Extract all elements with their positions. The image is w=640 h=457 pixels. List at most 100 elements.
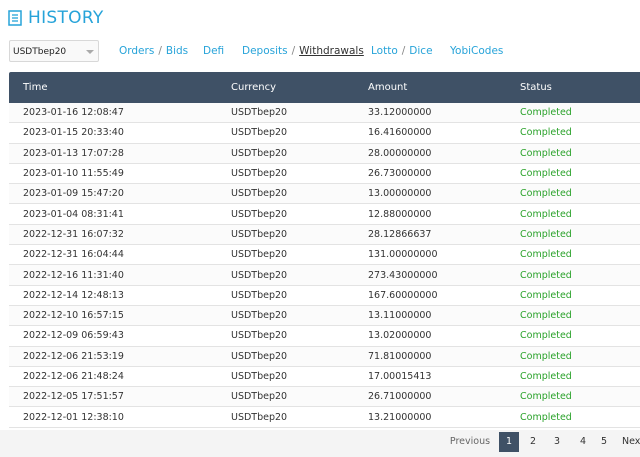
currency-cell: USDTbep20 [231,127,288,139]
amount-cell: 131.00000000 [368,249,438,261]
chevron-down-icon [86,50,94,54]
table-header: Time Currency Amount Status [9,72,640,103]
amount-cell: 71.81000000 [368,350,432,362]
amount-cell: 26.73000000 [368,168,432,180]
status-badge: Completed [520,330,572,342]
nav-deposits-withdrawals: Deposits / Withdrawals [242,40,364,62]
time-cell: 2023-01-09 15:47:20 [23,188,124,200]
nav-separator: / [158,45,162,57]
status-badge: Completed [520,188,572,200]
nav-withdrawals[interactable]: Withdrawals [299,45,364,57]
nav-orders-bids: Orders / Bids [119,40,188,62]
pagination-previous[interactable]: Previous [445,432,495,452]
time-cell: 2022-12-06 21:53:19 [23,350,124,362]
pagination-page-3[interactable]: 3 [548,432,566,452]
time-cell: 2022-12-05 17:51:57 [23,391,124,403]
table-row: 2022-12-31 16:07:32 USDTbep20 28.12866637 C… [9,224,640,246]
nav-lotto[interactable]: Lotto [371,45,398,57]
table-row: 2022-12-31 16:04:44 USDTbep20 131.00000000… [9,245,640,266]
document-icon [8,10,22,26]
currency-select[interactable]: USDTbep20 [9,40,99,62]
status-badge: Completed [520,228,572,240]
amount-cell: 12.88000000 [368,208,432,220]
currency-cell: USDTbep20 [231,289,288,301]
nav-yobicodes[interactable]: YobiCodes [450,40,503,62]
currency-cell: USDTbep20 [231,147,288,159]
amount-cell: 28.12866637 [368,228,432,240]
status-badge: Completed [520,310,572,322]
amount-cell: 13.11000000 [368,310,432,322]
pagination: Previous 1 2 3 4 5 Next [0,432,640,454]
time-cell: 2022-12-06 21:48:24 [23,371,124,382]
page-title: HISTORY [28,8,104,28]
status-badge: Completed [520,168,572,180]
amount-cell: 26.71000000 [368,391,432,403]
amount-cell: 13.21000000 [368,411,432,423]
table-body: 2023-01-16 12:08:47 USDTbep20 33.12000000 C… [9,103,640,428]
currency-cell: USDTbep20 [231,188,288,200]
pagination-page-1[interactable]: 1 [499,432,519,452]
time-cell: 2023-01-16 12:08:47 [23,107,124,119]
currency-cell: USDTbep20 [231,249,288,261]
status-badge: Completed [520,127,572,139]
currency-cell: USDTbep20 [231,208,288,220]
currency-cell: USDTbep20 [231,391,288,403]
pagination-page-2[interactable]: 2 [524,432,542,452]
status-badge: Completed [520,350,572,362]
table-row: 2023-01-15 20:33:40 USDTbep20 16.41600000 C… [9,123,640,144]
time-cell: 2022-12-09 06:59:43 [23,330,124,342]
filter-bar: USDTbep20 Orders / Bids Defi Deposits / With… [9,40,640,64]
time-cell: 2022-12-31 16:04:44 [23,249,124,261]
status-badge: Completed [520,289,572,301]
currency-cell: USDTbep20 [231,107,288,119]
amount-cell: 13.02000000 [368,330,432,342]
time-cell: 2023-01-04 08:31:41 [23,208,124,220]
table-row: 2023-01-16 12:08:47 USDTbep20 33.12000000 C… [9,103,640,124]
table-row: 2022-12-05 17:51:57 USDTbep20 26.71000000 C… [9,387,640,408]
currency-select-value: USDTbep20 [13,47,67,57]
status-badge: Completed [520,391,572,403]
status-badge: Completed [520,107,572,119]
currency-cell: USDTbep20 [231,168,288,180]
time-cell: 2022-12-14 12:48:13 [23,289,124,301]
amount-cell: 28.00000000 [368,147,432,159]
amount-cell: 16.41600000 [368,127,432,139]
column-header-status: Status [520,82,552,93]
status-badge: Completed [520,269,572,281]
nav-deposits[interactable]: Deposits [242,45,288,57]
time-cell: 2023-01-13 17:07:28 [23,147,124,159]
pagination-page-5[interactable]: 5 [595,432,613,452]
currency-cell: USDTbep20 [231,350,288,362]
pagination-page-4[interactable]: 4 [574,432,592,452]
table-row: 2022-12-09 06:59:43 USDTbep20 13.02000000 C… [9,326,640,347]
currency-cell: USDTbep20 [231,310,288,322]
status-badge: Completed [520,371,572,382]
withdrawals-table: Time Currency Amount Status 2023-01-16 1… [9,72,640,428]
column-header-amount: Amount [368,82,408,93]
nav-defi[interactable]: Defi [203,40,224,62]
time-cell: 2022-12-16 11:31:40 [23,269,124,281]
currency-cell: USDTbep20 [231,371,288,382]
status-badge: Completed [520,147,572,159]
nav-bids[interactable]: Bids [166,45,188,57]
time-cell: 2022-12-10 16:57:15 [23,310,124,322]
amount-cell: 13.00000000 [368,188,432,200]
table-row: 2022-12-01 12:38:10 USDTbep20 13.21000000 C… [9,407,640,428]
table-row: 2022-12-10 16:57:15 USDTbep20 13.11000000 C… [9,305,640,327]
time-cell: 2023-01-15 20:33:40 [23,127,124,139]
nav-dice[interactable]: Dice [409,45,432,57]
table-row: 2022-12-06 21:48:24 USDTbep20 17.00015413 C… [9,367,640,388]
table-row: 2022-12-14 12:48:13 USDTbep20 167.60000000… [9,286,640,306]
page-header: HISTORY [8,7,104,29]
currency-cell: USDTbep20 [231,330,288,342]
time-cell: 2022-12-31 16:07:32 [23,228,124,240]
table-row: 2023-01-04 08:31:41 USDTbep20 12.88000000 C… [9,204,640,225]
pagination-next[interactable]: Next [622,432,640,452]
nav-separator: / [401,45,406,57]
currency-cell: USDTbep20 [231,411,288,423]
amount-cell: 17.00015413 [368,371,432,382]
column-header-currency: Currency [231,82,277,93]
time-cell: 2022-12-01 12:38:10 [23,411,124,423]
table-row: 2023-01-10 11:55:49 USDTbep20 26.73000000 C… [9,164,640,185]
nav-orders[interactable]: Orders [119,45,154,57]
